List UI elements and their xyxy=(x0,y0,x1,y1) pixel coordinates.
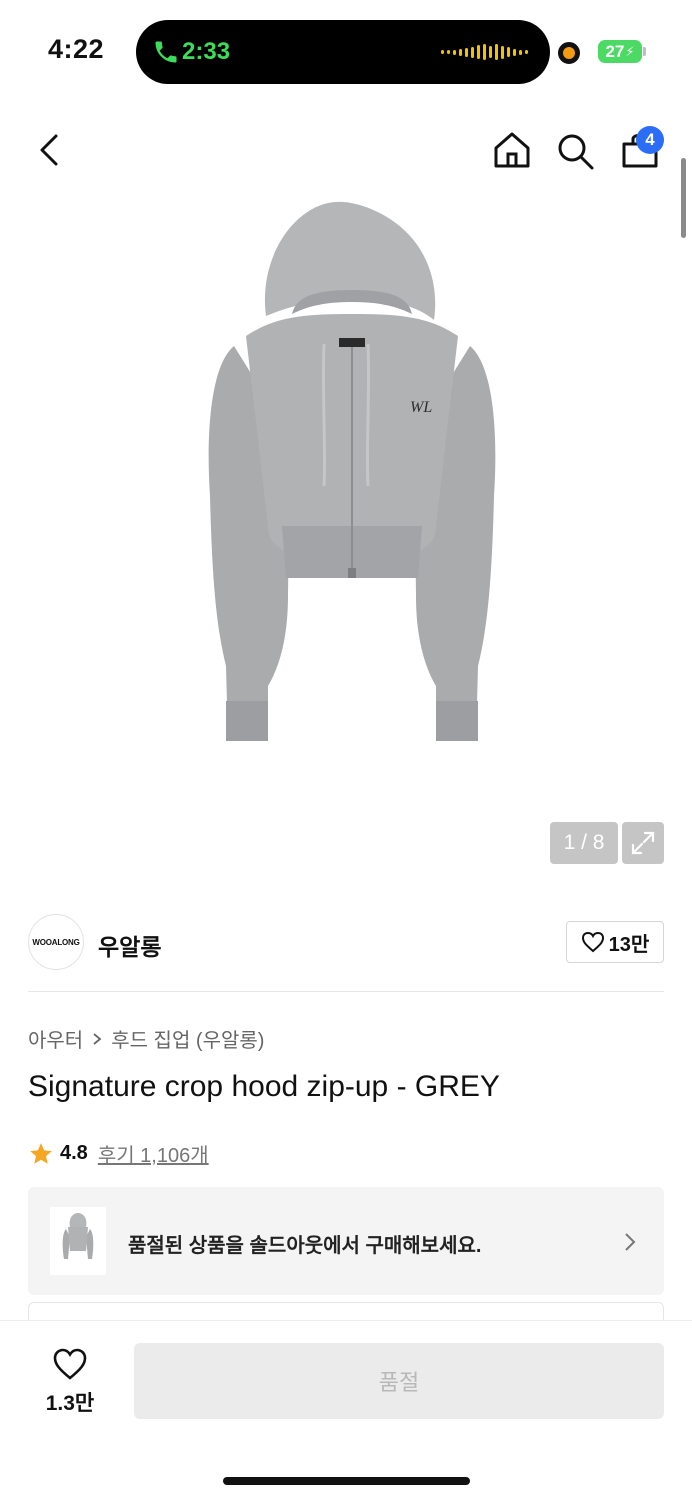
soldout-resale-banner[interactable]: 품절된 상품을 솔드아웃에서 구매해보세요. xyxy=(28,1187,664,1295)
product-title: Signature crop hood zip-up - GREY xyxy=(28,1070,500,1103)
review-count-link[interactable]: 후기 1,106개 xyxy=(98,1139,209,1168)
battery-tip xyxy=(643,47,646,56)
battery-icon: 27 ⚡ xyxy=(598,40,642,63)
search-icon[interactable] xyxy=(554,130,596,172)
brand-logo[interactable]: WOOALONG xyxy=(28,914,84,970)
fullscreen-arrows-icon xyxy=(631,831,655,855)
expand-icon[interactable] xyxy=(622,822,664,864)
breadcrumb: 아우터 후드 집업 (우알롱) xyxy=(28,1024,264,1053)
home-indicator[interactable] xyxy=(223,1477,470,1485)
brand-name[interactable]: 우알롱 xyxy=(98,928,161,962)
wish-count: 1.3만 xyxy=(45,1392,95,1415)
brand-like-count: 13만 xyxy=(608,933,650,956)
heart-icon[interactable] xyxy=(52,1347,88,1381)
product-rating: 4.8 후기 1,106개 xyxy=(28,1139,209,1168)
chevron-right-icon xyxy=(93,1032,102,1045)
status-time: 4:22 xyxy=(48,34,105,64)
resale-product-thumbnail xyxy=(50,1207,106,1275)
dynamic-island-call[interactable]: 2:33 xyxy=(136,20,550,84)
cart-count-badge: 4 xyxy=(636,126,664,154)
status-bar: 4:22 2:33 27 ⚡ xyxy=(0,0,692,100)
product-image-hoodie[interactable]: WL xyxy=(196,196,508,748)
back-arrow-icon[interactable] xyxy=(30,128,70,172)
rating-score: 4.8 xyxy=(60,1142,88,1164)
soldout-button[interactable]: 품절 xyxy=(134,1343,664,1419)
star-icon xyxy=(30,1142,52,1164)
audio-waveform-icon xyxy=(441,44,528,60)
image-counter: 1 / 8 xyxy=(550,822,618,864)
chevron-right-icon xyxy=(625,1233,636,1251)
bottom-action-bar: 1.3만 품절 xyxy=(0,1320,692,1500)
call-duration: 2:33 xyxy=(182,38,231,65)
home-icon[interactable] xyxy=(490,128,534,172)
svg-text:WL: WL xyxy=(410,399,432,416)
scrollbar[interactable] xyxy=(681,158,686,238)
heart-icon xyxy=(581,931,604,953)
phone-icon xyxy=(155,41,177,63)
battery-level: 27 xyxy=(605,41,625,61)
privacy-indicator-dot xyxy=(558,42,580,64)
brand-like-button[interactable]: 13만 xyxy=(566,921,664,963)
breadcrumb-subcategory[interactable]: 후드 집업 (우알롱) xyxy=(111,1024,264,1053)
breadcrumb-category[interactable]: 아우터 xyxy=(28,1024,83,1053)
brand-logo-text: WOOALONG xyxy=(32,937,80,947)
divider xyxy=(28,991,664,992)
resale-text: 품절된 상품을 솔드아웃에서 구매해보세요. xyxy=(128,1235,482,1257)
